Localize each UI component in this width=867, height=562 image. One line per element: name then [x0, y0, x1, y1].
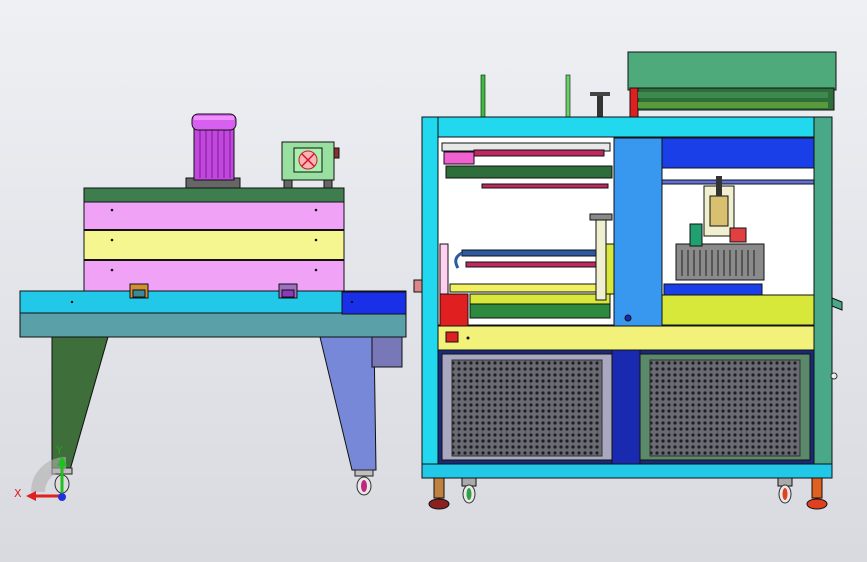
sealer-right-post — [813, 116, 833, 470]
caster-icon — [428, 477, 450, 510]
cad-drawing: X Y — [14, 51, 843, 510]
motor-icon — [185, 113, 241, 189]
tunnel-band-pink-bottom — [83, 259, 345, 292]
sealer-table — [437, 325, 815, 351]
tunnel-top-plate — [83, 187, 345, 203]
tunnel-leg-right — [319, 336, 377, 471]
sealer-carriage — [613, 137, 663, 327]
sealer-base — [421, 463, 833, 479]
shrink-tunnel — [19, 113, 407, 496]
caster-icon — [806, 477, 828, 510]
z-axis-dot — [58, 493, 66, 501]
sealer-left-post — [421, 116, 439, 470]
sealer-hood — [627, 51, 837, 91]
y-axis-label: Y — [55, 444, 63, 457]
sealer-top-beam — [435, 116, 817, 138]
caster-icon — [777, 477, 793, 504]
cad-viewport[interactable]: X Y — [0, 0, 867, 562]
x-axis-label: X — [14, 487, 22, 500]
tunnel-band-yellow — [83, 229, 345, 261]
sealer-heater-block — [675, 243, 765, 281]
fan-icon — [281, 141, 340, 189]
tunnel-band-pink-top — [83, 201, 345, 231]
caster-icon — [354, 469, 374, 496]
caster-icon — [461, 477, 477, 504]
tunnel-side-box — [371, 336, 403, 368]
sealing-machine — [413, 51, 843, 510]
